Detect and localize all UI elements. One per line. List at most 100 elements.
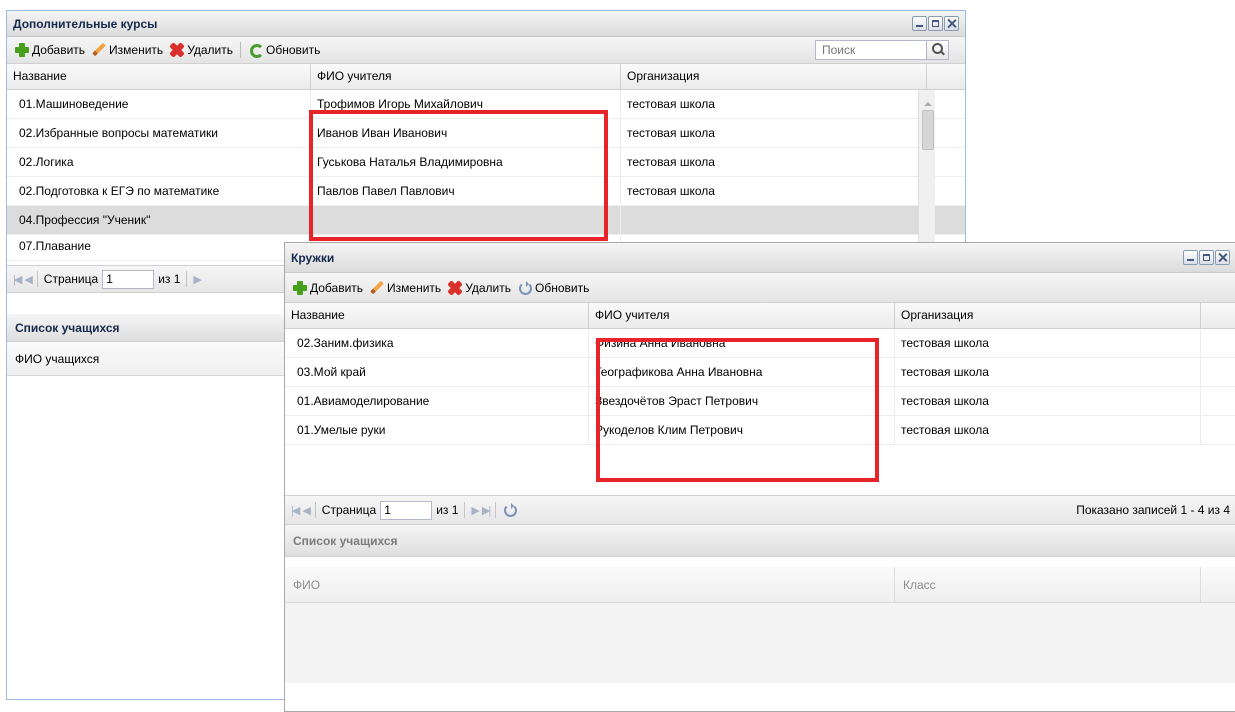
edit-label: Изменить	[109, 43, 164, 57]
add-label: Добавить	[310, 280, 364, 295]
pager-separator	[314, 502, 316, 518]
prev-page-icon[interactable]: ◀	[24, 273, 33, 286]
first-page-icon[interactable]: |◀	[291, 504, 300, 517]
clubs-window-titlebar[interactable]: Кружки	[285, 243, 1235, 273]
column-header-organization[interactable]: Организация	[895, 303, 1201, 328]
search-button[interactable]	[927, 40, 949, 60]
students-panel-title: Список учащихся	[285, 525, 1235, 557]
minimize-icon[interactable]	[912, 16, 927, 31]
cell-name: 03.Мой край	[285, 358, 589, 386]
clubs-pager: |◀ ◀ Страница из 1 ▶ ▶| Показано записей…	[285, 495, 1235, 525]
delete-icon	[169, 42, 185, 58]
prev-page-icon[interactable]: ◀	[302, 504, 311, 517]
panel-gap	[285, 557, 1235, 567]
table-row[interactable]: 01.Машиноведение Трофимов Игорь Михайлов…	[7, 90, 965, 119]
cell-teacher: Звездочётов Эраст Петрович	[589, 387, 895, 415]
search-box	[815, 40, 949, 60]
refresh-clubs-button[interactable]: Обновить	[514, 277, 592, 299]
last-page-icon[interactable]: ▶|	[482, 504, 491, 517]
first-page-icon[interactable]: |◀	[13, 273, 22, 286]
next-page-icon[interactable]: ▶	[471, 504, 480, 517]
courses-grid-header: Название ФИО учителя Организация	[7, 64, 965, 90]
edit-course-button[interactable]: Изменить	[88, 39, 166, 61]
add-course-button[interactable]: Добавить	[11, 39, 88, 61]
cell-teacher: Трофимов Игорь Михайлович	[311, 90, 621, 118]
courses-window-titlebar[interactable]: Дополнительные курсы	[7, 11, 965, 37]
column-header-teacher[interactable]: ФИО учителя	[589, 303, 895, 328]
delete-course-button[interactable]: Удалить	[166, 39, 236, 61]
toolbar-separator	[240, 42, 242, 58]
close-icon[interactable]	[944, 16, 959, 31]
column-header-student-name[interactable]: ФИО учащихся	[7, 342, 107, 375]
table-row[interactable]: 02.Избранные вопросы математики Иванов И…	[7, 119, 965, 148]
delete-club-button[interactable]: Удалить	[444, 277, 514, 299]
close-icon[interactable]	[1215, 250, 1230, 265]
students-grid-header: ФИО Класс	[285, 567, 1235, 603]
page-input[interactable]	[380, 500, 433, 520]
search-input[interactable]	[815, 40, 927, 60]
delete-icon	[447, 280, 463, 296]
maximize-icon[interactable]	[1199, 250, 1214, 265]
add-club-button[interactable]: Добавить	[289, 277, 366, 299]
maximize-icon[interactable]	[928, 16, 943, 31]
table-row[interactable]: 02.Подготовка к ЕГЭ по математике Павлов…	[7, 177, 965, 206]
refresh-icon	[517, 280, 533, 296]
cell-organization: тестовая школа	[895, 416, 1201, 444]
cell-organization: тестовая школа	[895, 329, 1201, 357]
add-label: Добавить	[32, 43, 86, 57]
cell-organization: тестовая школа	[621, 177, 927, 205]
cell-name: 04.Профессия "Ученик"	[7, 206, 311, 234]
courses-grid-body: 01.Машиноведение Трофимов Игорь Михайлов…	[7, 90, 965, 265]
clubs-grid-header: Название ФИО учителя Организация	[285, 303, 1235, 329]
column-header-name[interactable]: Название	[285, 303, 589, 328]
table-row[interactable]: 01.Умелые руки Рукоделов Клим Петрович т…	[285, 416, 1235, 445]
search-icon	[930, 42, 946, 58]
cell-organization: тестовая школа	[621, 90, 927, 118]
cell-teacher: Павлов Павел Павлович	[311, 177, 621, 205]
cell-name: 01.Авиамоделирование	[285, 387, 589, 415]
table-row[interactable]: 02.Логика Гуськова Наталья Владимировна …	[7, 148, 965, 177]
cell-name: 01.Машиноведение	[7, 90, 311, 118]
cell-name: 02.Избранные вопросы математики	[7, 119, 311, 147]
pencil-icon	[369, 280, 385, 296]
table-row-selected[interactable]: 04.Профессия "Ученик"	[7, 206, 965, 235]
edit-label: Изменить	[387, 280, 442, 295]
add-icon	[14, 42, 30, 58]
page-input[interactable]	[102, 269, 155, 289]
cell-teacher: Физина Анна Ивановна	[589, 329, 895, 357]
table-row[interactable]: 01.Авиамоделирование Звездочётов Эраст П…	[285, 387, 1235, 416]
delete-label: Удалить	[187, 43, 234, 57]
refresh-courses-button[interactable]: Обновить	[245, 39, 323, 61]
scroll-up-icon[interactable]	[924, 98, 932, 106]
cell-name: 02.Логика	[7, 148, 311, 176]
scroll-thumb[interactable]	[922, 110, 934, 150]
next-page-icon[interactable]: ▶	[193, 273, 202, 286]
minimize-icon[interactable]	[1183, 250, 1198, 265]
clubs-grid-body: 02.Заним.физика Физина Анна Ивановна тес…	[285, 329, 1235, 495]
column-header-name[interactable]: Название	[7, 64, 311, 89]
courses-scrollbar[interactable]	[918, 90, 935, 265]
pager-separator	[36, 271, 38, 287]
courses-window-title: Дополнительные курсы	[13, 16, 158, 31]
cell-name: 01.Умелые руки	[285, 416, 589, 444]
cell-organization	[621, 206, 927, 234]
column-header-class[interactable]: Класс	[895, 567, 1201, 602]
refresh-label: Обновить	[535, 280, 590, 295]
column-header-fio[interactable]: ФИО	[285, 567, 895, 602]
cell-organization: тестовая школа	[621, 148, 927, 176]
cell-organization: тестовая школа	[621, 119, 927, 147]
table-row[interactable]: 03.Мой край Географикова Анна Ивановна т…	[285, 358, 1235, 387]
pencil-icon	[91, 42, 107, 58]
column-header-organization[interactable]: Организация	[621, 64, 927, 89]
refresh-icon[interactable]	[502, 502, 518, 518]
pager-separator	[186, 271, 188, 287]
edit-club-button[interactable]: Изменить	[366, 277, 444, 299]
refresh-label: Обновить	[266, 43, 321, 57]
clubs-window-title: Кружки	[291, 250, 335, 265]
clubs-window: Кружки Добавить Изменить Удалить Обновит…	[284, 242, 1235, 712]
column-header-teacher[interactable]: ФИО учителя	[311, 64, 621, 89]
refresh-icon	[248, 42, 265, 58]
students-grid-body	[285, 603, 1235, 683]
table-row[interactable]: 02.Заним.физика Физина Анна Ивановна тес…	[285, 329, 1235, 358]
cell-name: 02.Заним.физика	[285, 329, 589, 357]
